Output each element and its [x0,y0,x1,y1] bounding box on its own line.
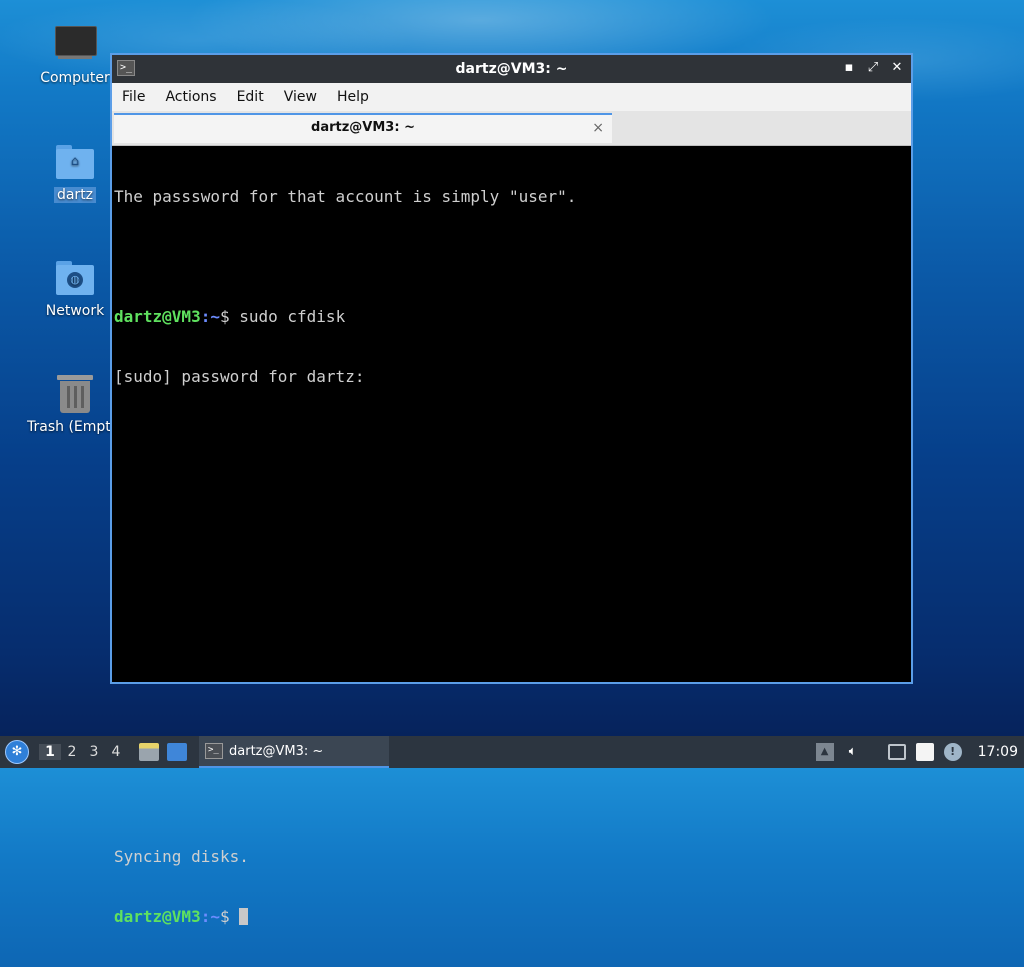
desktop-icon-label: dartz [53,187,97,203]
network-folder-icon: ◍ [54,257,96,299]
desktop-icon-home[interactable]: ⌂ dartz [27,141,123,207]
task-label: dartz@VM3: ~ [229,743,324,759]
window-titlebar[interactable]: >_ dartz@VM3: ~ ▪ ⤢ ✕ [112,55,911,83]
clipboard-icon[interactable] [915,743,934,761]
desktop-icon-network[interactable]: ◍ Network [27,257,123,319]
prompt-symbol: $ [219,307,240,326]
desktop-icon-label: Network [45,303,105,319]
terminal-window: >_ dartz@VM3: ~ ▪ ⤢ ✕ File Actions Edit … [110,53,913,926]
desktop-icon-computer[interactable]: Computer [27,24,123,86]
menu-file[interactable]: File [112,89,155,105]
terminal-task-icon: >_ [205,743,223,759]
prompt-path: :~ [200,307,220,326]
computer-icon [54,24,97,66]
workspace-4[interactable]: 4 [105,744,127,760]
menu-help[interactable]: Help [327,89,379,105]
close-button[interactable]: ✕ [889,59,905,77]
clock[interactable]: 17:09 [978,744,1018,760]
terminal-tab[interactable]: dartz@VM3: ~ × [114,113,612,143]
text-cursor [239,908,249,925]
tray-arrow-icon[interactable]: ▲ [815,743,834,761]
prompt-symbol: $ [219,907,240,926]
desktop-icon-label: Computer [40,70,110,86]
start-menu-icon[interactable]: ✻ [5,740,29,764]
workspace-3[interactable]: 3 [83,744,105,760]
terminal-output[interactable]: The passsword for that account is simply… [114,147,911,926]
terminal-app-icon: >_ [117,60,135,76]
tab-label: dartz@VM3: ~ [311,120,415,135]
trash-icon [54,373,96,415]
workspace-2[interactable]: 2 [61,744,83,760]
menu-actions[interactable]: Actions [155,89,226,105]
prompt-line: dartz@VM3:~$ sudo cfdisk [114,307,911,327]
prompt-user: dartz@VM3 [114,907,201,926]
output-line: [sudo] password for dartz: [114,367,365,386]
prompt-path: :~ [200,907,220,926]
output-line: Syncing disks. [114,847,249,866]
maximize-button[interactable]: ⤢ [865,59,881,77]
prompt-line: dartz@VM3:~$ [114,907,911,927]
home-folder-icon: ⌂ [54,141,96,183]
file-manager-launcher-icon[interactable] [139,743,159,761]
tab-bar: dartz@VM3: ~ × [112,111,911,146]
menu-edit[interactable]: Edit [227,89,274,105]
system-tray: ▲ 🔈︎ ! 17:09 [815,736,1024,768]
show-desktop-icon[interactable] [167,743,187,761]
prompt-user: dartz@VM3 [114,307,201,326]
desktop-icon-trash[interactable]: Trash (Empty) [27,373,111,435]
tab-close-icon[interactable]: × [592,115,604,141]
desktop-icon-label: Trash (Empty) [27,419,111,435]
taskbar: ✻ 1 2 3 4 >_ dartz@VM3: ~ ▲ 🔈︎ ! 17:09 [0,736,1024,768]
update-notifier-icon[interactable]: ! [943,743,962,761]
network-status-icon[interactable] [887,744,906,760]
menu-bar: File Actions Edit View Help [112,83,911,111]
window-title: dartz@VM3: ~ [455,61,568,77]
output-line: The passsword for that account is simply… [114,187,577,206]
minimize-button[interactable]: ▪ [841,59,857,77]
command-text: sudo cfdisk [239,307,346,326]
workspace-1[interactable]: 1 [39,744,61,760]
volume-icon[interactable]: 🔈︎ [844,743,862,761]
taskbar-task-terminal[interactable]: >_ dartz@VM3: ~ [199,736,389,768]
menu-view[interactable]: View [274,89,327,105]
